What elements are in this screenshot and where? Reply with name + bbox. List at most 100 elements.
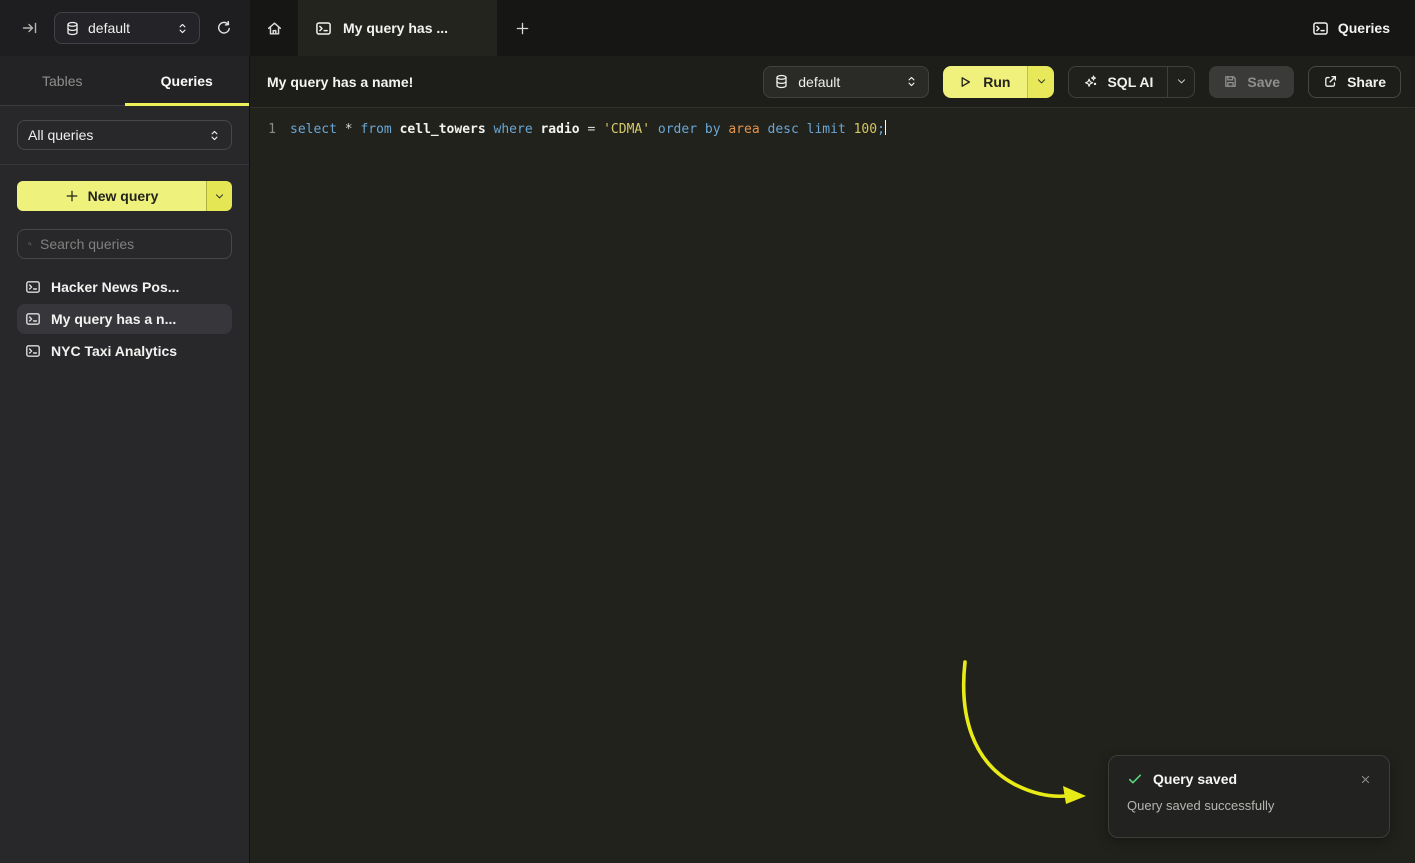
sidebar-tab-queries-label: Queries: [161, 73, 213, 89]
workspace-database-selector[interactable]: default: [54, 12, 200, 44]
query-item-label: NYC Taxi Analytics: [51, 343, 177, 359]
query-icon: [25, 343, 41, 359]
run-button-main[interactable]: Run: [943, 66, 1027, 98]
code-token: *: [345, 122, 353, 137]
code-token: [697, 122, 705, 137]
share-button-label: Share: [1347, 74, 1386, 90]
page-title: My query has a name!: [267, 74, 413, 90]
code-token: [650, 122, 658, 137]
top-bar: default My query has ... Queries: [0, 0, 1415, 56]
collapse-sidebar-button[interactable]: [16, 14, 44, 42]
code-line-tokens: select * from cell_towers where radio = …: [290, 120, 886, 140]
code-token: desc: [768, 122, 799, 137]
search-queries-input[interactable]: [40, 236, 221, 252]
query-filter-value: All queries: [28, 127, 208, 143]
run-button-label: Run: [983, 74, 1010, 90]
tab-strip: My query has ...: [250, 0, 547, 56]
code-token: limit: [807, 122, 846, 137]
code-line: 1 select * from cell_towers where radio …: [250, 120, 1415, 140]
code-token: [337, 122, 345, 137]
toast-query-saved: Query saved Query saved successfully: [1108, 755, 1390, 838]
sidebar-tab-queries[interactable]: Queries: [125, 56, 250, 105]
new-tab-button[interactable]: [497, 0, 547, 56]
code-token: ;: [877, 122, 885, 137]
code-token: [486, 122, 494, 137]
new-query-dropdown[interactable]: [206, 181, 232, 211]
query-item-label: My query has a n...: [51, 311, 176, 327]
query-list-item[interactable]: NYC Taxi Analytics: [17, 336, 232, 366]
save-button-label: Save: [1247, 74, 1280, 90]
toast-message: Query saved successfully: [1127, 798, 1371, 813]
code-token: select: [290, 122, 337, 137]
editor-header: My query has a name! default Run: [250, 56, 1415, 108]
code-token: by: [705, 122, 721, 137]
toast-header: Query saved: [1127, 771, 1371, 787]
chevron-down-icon: [1036, 76, 1047, 87]
sql-ai-label: SQL AI: [1107, 74, 1153, 90]
save-icon: [1223, 74, 1238, 89]
home-icon: [266, 20, 283, 37]
sidebar-body: All queries New query Hack: [0, 106, 249, 366]
collapse-sidebar-icon: [22, 20, 38, 36]
queries-indicator-label: Queries: [1338, 20, 1390, 36]
code-token: radio: [540, 122, 579, 137]
query-list-item-selected[interactable]: My query has a n...: [17, 304, 232, 334]
tab-my-query[interactable]: My query has ...: [298, 0, 497, 56]
refresh-button[interactable]: [210, 14, 238, 42]
editor-toolbar: default Run SQL AI: [763, 66, 1401, 98]
plus-icon: [515, 21, 530, 36]
share-icon: [1323, 74, 1338, 89]
new-query-button[interactable]: New query: [17, 181, 232, 211]
chevron-down-icon: [214, 191, 225, 202]
sidebar-tab-tables-label: Tables: [42, 73, 82, 89]
queries-indicator[interactable]: Queries: [1312, 0, 1415, 56]
search-icon: [28, 237, 32, 251]
text-cursor: [885, 120, 887, 135]
query-item-label: Hacker News Pos...: [51, 279, 179, 295]
sql-ai-main[interactable]: SQL AI: [1069, 67, 1167, 97]
sidebar-divider: [0, 164, 249, 165]
database-icon: [774, 74, 789, 89]
database-icon: [65, 21, 80, 36]
check-icon: [1127, 771, 1143, 787]
content-row: Tables Queries All queries New query: [0, 56, 1415, 863]
plus-icon: [65, 189, 79, 203]
updown-chevron-icon: [208, 129, 221, 142]
query-icon: [1312, 20, 1329, 37]
sparkles-icon: [1083, 74, 1098, 89]
new-query-main[interactable]: New query: [17, 181, 206, 211]
sidebar: Tables Queries All queries New query: [0, 56, 250, 863]
code-token: [392, 122, 400, 137]
top-bar-left: default: [0, 0, 250, 56]
run-button[interactable]: Run: [943, 66, 1054, 98]
search-queries-box: [17, 229, 232, 259]
sql-ai-dropdown[interactable]: [1167, 67, 1194, 97]
updown-chevron-icon: [176, 22, 189, 35]
editor-database-selector[interactable]: default: [763, 66, 929, 98]
refresh-icon: [216, 20, 232, 36]
sidebar-tab-tables[interactable]: Tables: [0, 56, 125, 105]
code-token: from: [360, 122, 391, 137]
query-icon: [315, 20, 332, 37]
chevron-down-icon: [1176, 76, 1187, 87]
toast-close-button[interactable]: [1360, 774, 1371, 785]
sql-editor[interactable]: 1 select * from cell_towers where radio …: [250, 108, 1415, 863]
query-filter-dropdown[interactable]: All queries: [17, 120, 232, 150]
sql-ai-button[interactable]: SQL AI: [1068, 66, 1195, 98]
workspace-database-value: default: [88, 20, 168, 36]
code-token: where: [494, 122, 533, 137]
editor-database-value: default: [798, 74, 896, 90]
updown-chevron-icon: [905, 75, 918, 88]
home-button[interactable]: [250, 0, 298, 56]
share-button[interactable]: Share: [1308, 66, 1401, 98]
query-list: Hacker News Pos... My query has a n... N…: [17, 272, 232, 366]
query-icon: [25, 311, 41, 327]
code-token: area: [728, 122, 759, 137]
sidebar-tabs: Tables Queries: [0, 56, 249, 106]
play-icon: [958, 75, 972, 89]
save-button[interactable]: Save: [1209, 66, 1294, 98]
code-token: 'CDMA': [603, 122, 650, 137]
main-panel: My query has a name! default Run: [250, 56, 1415, 863]
query-list-item[interactable]: Hacker News Pos...: [17, 272, 232, 302]
run-options-dropdown[interactable]: [1027, 66, 1054, 98]
